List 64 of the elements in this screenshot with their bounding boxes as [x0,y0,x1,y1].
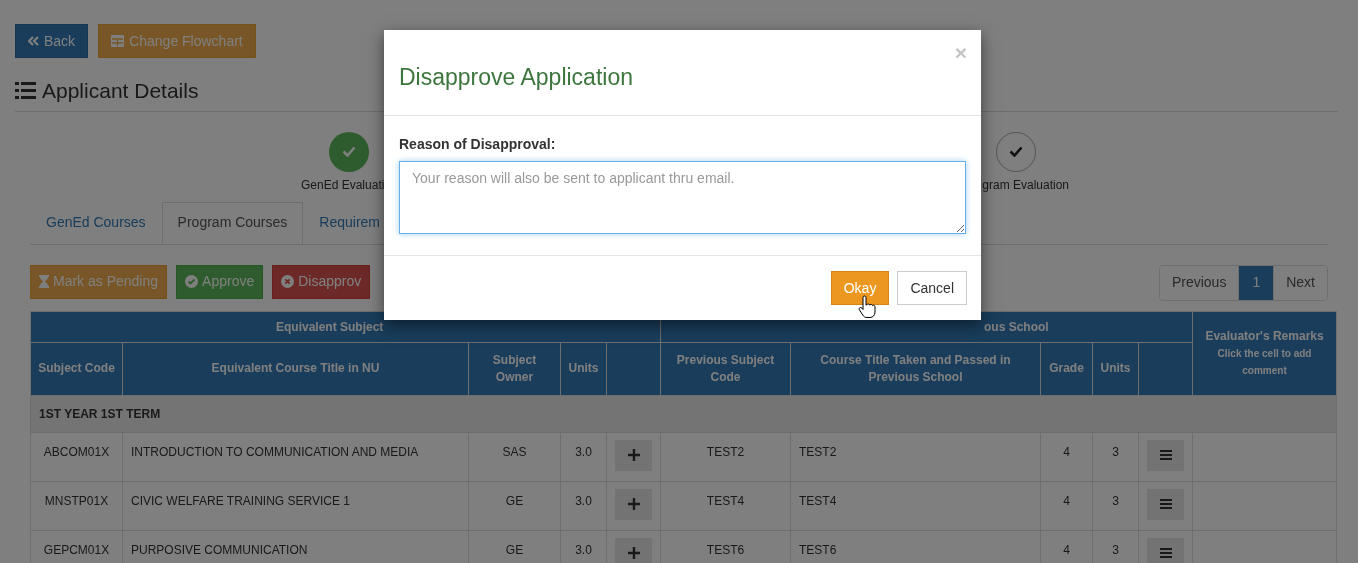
table-cell: TEST2 [660,432,791,481]
menu-icon [1159,450,1172,460]
table-cell: TEST4 [790,481,1041,530]
step-label: gram Evaluation [982,176,1069,194]
reason-field[interactable]: Your reason will also be sent to applicant thru email. [399,161,966,234]
table-icon [111,35,125,47]
table-cell: CIVIC WELFARE TRAINING SERVICE 1 [122,481,469,530]
menu-icon [1159,548,1172,558]
menu-button[interactable] [1147,488,1184,520]
plus-icon [627,547,640,559]
add-button[interactable] [615,439,652,471]
plus-icon [627,449,640,461]
table-cell: SAS [468,432,561,481]
table-cell: 4 [1040,481,1093,530]
column-header: Equivalent Course Title in NU [122,342,469,395]
change-flowchart-button[interactable]: Change Flowchart [98,24,256,58]
column-header: Subject Owner [468,342,561,395]
column-header: Previous Subject Code [660,342,791,395]
add-button[interactable] [615,488,652,520]
remarks-header: Evaluator's Remarks Click the cell to add comment [1192,311,1337,395]
column-header: Units [1092,342,1139,395]
table-cell: 3 [1092,481,1139,530]
add-button[interactable] [615,537,652,563]
column-header: Units [560,342,607,395]
plus-icon [627,498,640,510]
tab[interactable]: Program Courses [161,201,304,244]
table-cell: 4 [1040,432,1093,481]
column-header: Course Title Taken and Passed in Previous School [790,342,1041,395]
page-button[interactable]: Next [1273,265,1327,300]
pending-button[interactable]: Mark as Pending [30,264,168,299]
back-button[interactable]: Back [15,24,89,58]
cancel-button[interactable]: Cancel [897,271,967,305]
menu-button[interactable] [1147,537,1184,563]
page-button[interactable]: 1 [1238,265,1274,300]
tab[interactable]: GenEd Courses [30,201,162,244]
menu-icon [1159,499,1172,509]
page-heading: Applicant Details [42,78,199,104]
column-header: Subject Code [30,342,123,395]
table-cell: MNSTP01X [30,481,123,530]
okay-button[interactable]: Okay [830,271,890,305]
table-cell: 3.0 [560,432,607,481]
list-icon [15,82,36,100]
step-label: GenEd Evaluati [301,176,385,194]
table-cell: GE [468,481,561,530]
check-circle-icon [185,275,199,288]
table-cell: 3.0 [560,481,607,530]
table-cell: ABCOM01X [30,432,123,481]
hourglass-icon [39,275,49,288]
tab[interactable]: Requirem [303,201,396,244]
field-label: Reason of Disapproval: [399,135,557,154]
modal-title: Disapprove Application [399,63,633,93]
table-cell: TEST4 [660,481,791,530]
close-button[interactable]: × [954,42,967,63]
disapprove-button[interactable]: Disapprov [272,264,371,299]
table-cell: 3 [1092,432,1139,481]
section-row: 1ST YEAR 1ST TERM [30,395,1337,432]
table-cell: TEST2 [790,432,1041,481]
double-chevron-left-icon [28,36,39,46]
column-header: Grade [1040,342,1093,395]
table-cell: INTRODUCTION TO COMMUNICATION AND MEDIA [122,432,469,481]
approve-button[interactable]: Approve [176,264,264,299]
x-circle-icon [281,275,295,288]
table-cell: GEPCM01X [30,530,123,563]
menu-button[interactable] [1147,439,1184,471]
